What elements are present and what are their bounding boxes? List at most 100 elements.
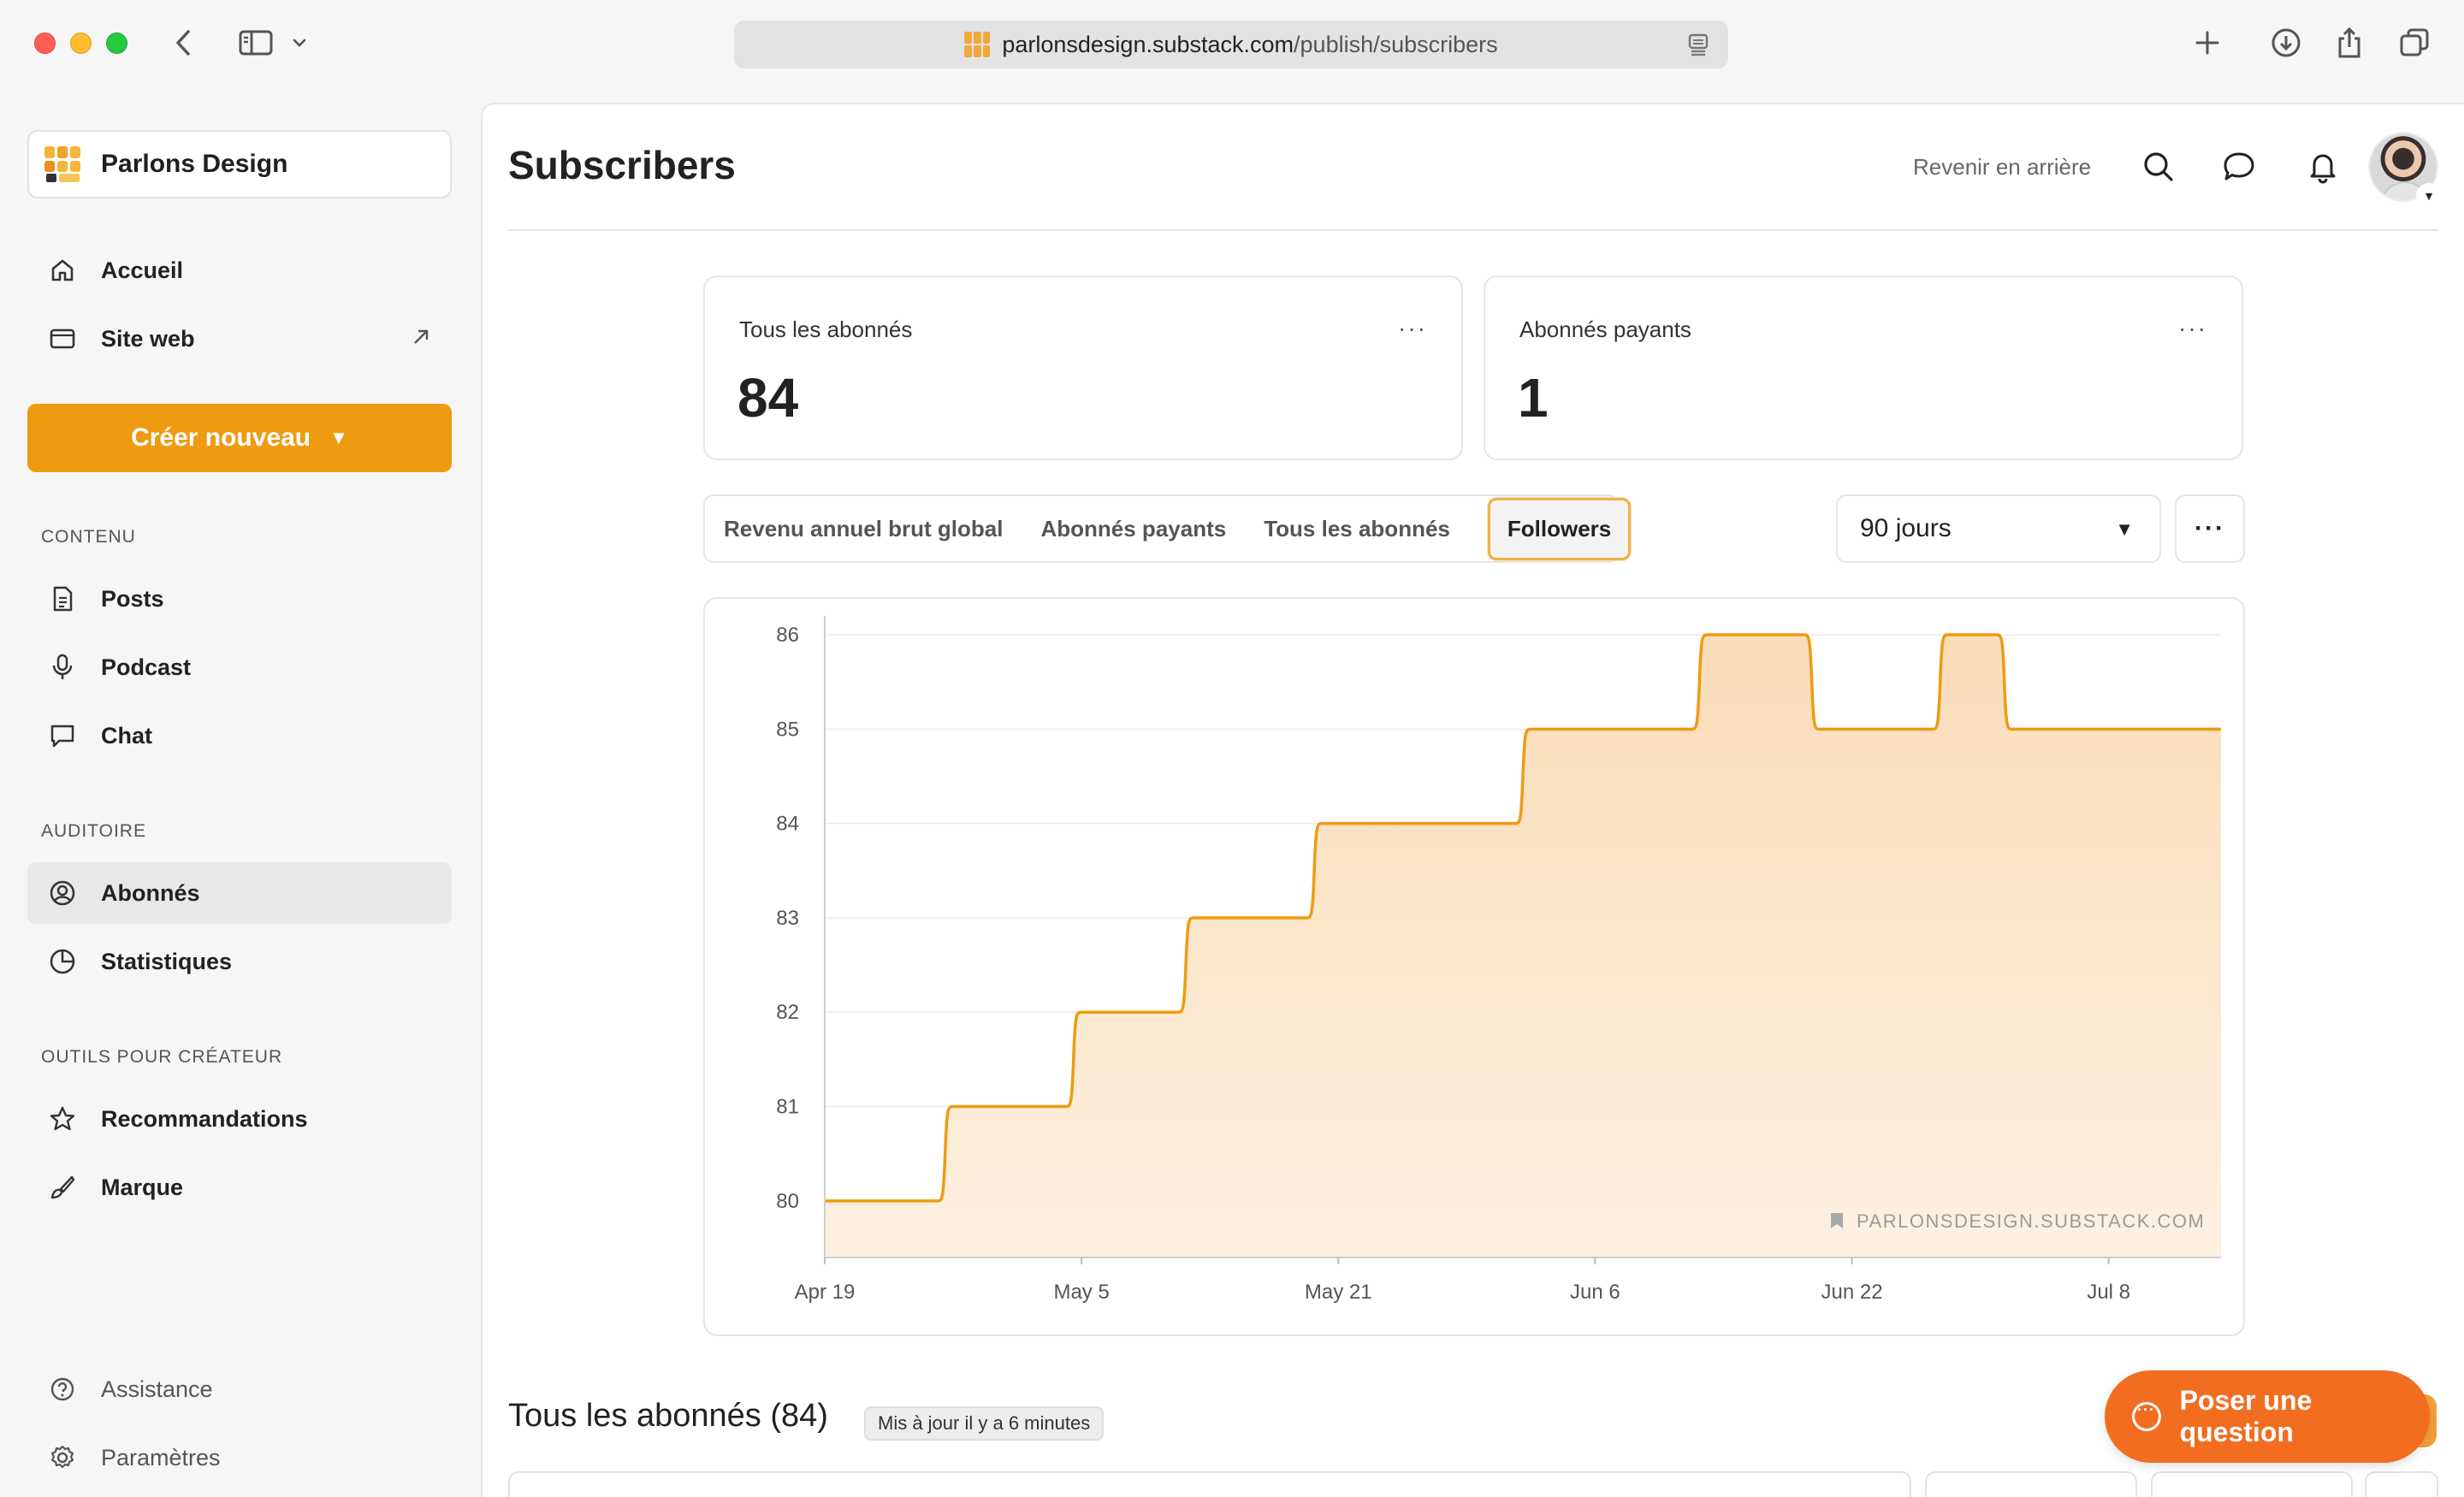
gear-icon	[48, 1443, 77, 1472]
chevron-down-icon[interactable]	[287, 24, 311, 62]
followers-chart-svg: 80 81 82 83 84 85 86 Apr 19 May 5 May 21 Jun 6 Jun …	[776, 616, 2221, 1304]
sidebar-toggle-icon[interactable]	[234, 24, 277, 62]
sidebar-item-label: Paramètres	[101, 1444, 221, 1470]
main-panel: Subscribers Revenir en arrière ▼ Tous le…	[481, 103, 2464, 1497]
y-tick-label: 85	[776, 718, 799, 741]
watermark-text: PARLONSDESIGN.SUBSTACK.COM	[1857, 1210, 2205, 1232]
bell-icon[interactable]	[2303, 147, 2343, 186]
create-new-button[interactable]: Créer nouveau ▼	[27, 404, 452, 472]
zoom-window-button[interactable]	[106, 33, 127, 54]
sidebar-item-label: Assistance	[101, 1376, 213, 1402]
window-controls	[34, 33, 127, 54]
more-options-button[interactable]: ···	[1398, 315, 1427, 342]
metric-tabs: Revenu annuel brut global Abonnés payant…	[703, 494, 1632, 563]
period-select[interactable]: 90 jours ▼	[1836, 494, 2161, 563]
user-circle-icon	[48, 879, 77, 908]
section-label-audience: AUDITOIRE	[41, 821, 146, 841]
sidebar-item-podcast[interactable]: Podcast	[27, 636, 452, 698]
y-tick-label: 83	[776, 907, 799, 930]
chat-bubble-icon	[2132, 1401, 2161, 1431]
updated-badge: Mis à jour il y a 6 minutes	[864, 1406, 1105, 1441]
star-icon	[48, 1104, 77, 1133]
stat-value: 84	[737, 367, 799, 429]
url-host: parlonsdesign.substack.com	[1002, 31, 1294, 57]
sidebar-item-brand[interactable]: Marque	[27, 1157, 452, 1218]
close-window-button[interactable]	[34, 33, 56, 54]
sidebar-item-label: Posts	[101, 585, 164, 612]
site-favicon-icon	[964, 32, 991, 57]
sidebar-item-label: Podcast	[101, 654, 192, 680]
y-tick-label: 84	[776, 813, 799, 836]
sidebar-item-subscribers[interactable]: Abonnés	[27, 862, 452, 924]
search-icon[interactable]	[2139, 147, 2178, 186]
list-more-button[interactable]	[2365, 1471, 2438, 1497]
address-bar[interactable]: parlonsdesign.substack.com/publish/subsc…	[734, 21, 1728, 68]
tab-all-subscribers[interactable]: Tous les abonnés	[1264, 516, 1450, 542]
search-filter-field[interactable]	[508, 1471, 1911, 1497]
reader-mode-icon[interactable]	[1687, 33, 1709, 62]
x-tick-label: Jul 8	[2087, 1281, 2130, 1304]
ask-question-label: Poser une question	[2179, 1385, 2313, 1447]
sidebar-item-recommendations[interactable]: Recommandations	[27, 1088, 452, 1150]
period-select-value: 90 jours	[1860, 514, 1952, 542]
home-icon	[48, 256, 77, 285]
more-options-button[interactable]: ···	[2178, 315, 2207, 342]
x-tick-label: May 21	[1305, 1281, 1372, 1304]
publication-switcher[interactable]: Parlons Design	[27, 130, 452, 198]
sidebar: Parlons Design Accueil Site web Créer no…	[0, 89, 479, 1497]
chat-icon[interactable]	[2219, 147, 2259, 186]
x-tick-label: Jun 22	[1821, 1281, 1883, 1304]
followers-chart: 80 81 82 83 84 85 86 Apr 19 May 5 May 21 Jun 6 Jun …	[703, 597, 2245, 1336]
help-circle-icon	[48, 1375, 77, 1404]
back-icon[interactable]	[164, 24, 202, 62]
export-button[interactable]	[2151, 1471, 2353, 1497]
tab-gross-annual-revenue[interactable]: Revenu annuel brut global	[724, 516, 1003, 542]
sidebar-item-label: Recommandations	[101, 1105, 308, 1132]
tabs-overview-icon[interactable]	[2396, 24, 2433, 62]
sidebar-item-label: Statistiques	[101, 948, 233, 974]
y-tick-label: 86	[776, 624, 799, 647]
chart-more-button[interactable]: ···	[2175, 494, 2245, 563]
browser-window-icon	[48, 324, 77, 353]
y-tick-label: 80	[776, 1190, 799, 1213]
section-label-creator-tools: OUTILS POUR CRÉATEUR	[41, 1047, 283, 1067]
y-tick-label: 81	[776, 1096, 799, 1119]
sidebar-item-label: Accueil	[101, 257, 184, 283]
sidebar-item-help[interactable]: Assistance	[27, 1358, 452, 1420]
share-icon[interactable]	[2331, 24, 2368, 62]
caret-down-icon: ▼	[2115, 518, 2134, 540]
download-icon[interactable]	[2267, 24, 2305, 62]
sidebar-item-home[interactable]: Accueil	[27, 240, 452, 301]
x-tick-label: Apr 19	[795, 1281, 856, 1304]
minimize-window-button[interactable]	[70, 33, 92, 54]
sidebar-item-label: Site web	[101, 325, 195, 352]
stat-label: Tous les abonnés	[739, 317, 913, 342]
paintbrush-icon	[48, 1173, 77, 1202]
back-link[interactable]: Revenir en arrière	[1913, 154, 2091, 180]
filter-button[interactable]	[1925, 1471, 2137, 1497]
sidebar-item-label: Abonnés	[101, 879, 200, 906]
subscribers-list-title: Tous les abonnés (84)	[508, 1398, 828, 1434]
ask-question-button[interactable]: Poser une question	[2105, 1370, 2430, 1463]
sidebar-item-posts[interactable]: Posts	[27, 568, 452, 630]
caret-down-icon[interactable]: ▼	[2416, 183, 2442, 209]
header-divider	[508, 229, 2438, 231]
external-link-icon	[411, 327, 431, 353]
stat-card-paid-subscribers: Abonnés payants 1 ···	[1484, 275, 2243, 460]
sidebar-item-label: Chat	[101, 722, 152, 748]
sidebar-item-chat[interactable]: Chat	[27, 705, 452, 766]
caret-down-icon: ▼	[329, 427, 348, 448]
tab-followers[interactable]: Followers	[1487, 497, 1632, 560]
create-new-label: Créer nouveau	[131, 423, 311, 452]
new-tab-icon[interactable]	[2189, 24, 2226, 62]
y-tick-label: 82	[776, 1001, 799, 1024]
sidebar-item-website[interactable]: Site web	[27, 308, 452, 370]
tab-paid-subscribers[interactable]: Abonnés payants	[1040, 516, 1226, 542]
pie-chart-icon	[48, 947, 77, 976]
sidebar-item-settings[interactable]: Paramètres	[27, 1427, 452, 1488]
chart-watermark: PARLONSDESIGN.SUBSTACK.COM	[1831, 1210, 2205, 1232]
chat-bubble-icon	[48, 721, 77, 750]
publication-name: Parlons Design	[101, 150, 288, 178]
sidebar-item-statistics[interactable]: Statistiques	[27, 931, 452, 992]
browser-toolbar: parlonsdesign.substack.com/publish/subsc…	[0, 0, 2464, 89]
